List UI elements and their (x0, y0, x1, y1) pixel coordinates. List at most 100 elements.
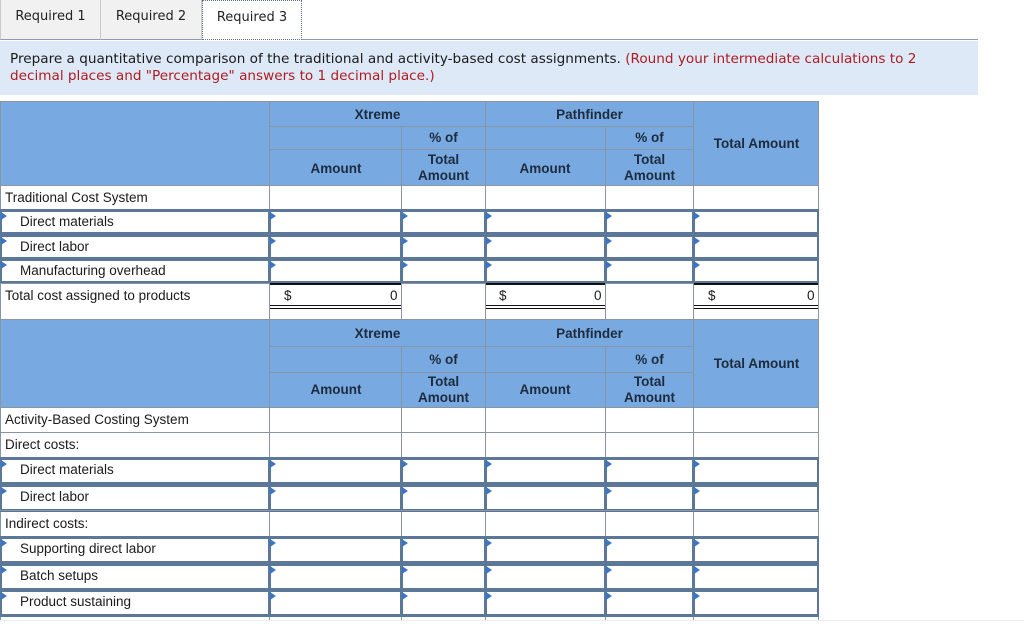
xtreme-amount-input[interactable] (269, 457, 402, 485)
row-label-cell[interactable]: Batch setups (0, 563, 270, 591)
row-label: Direct materials (20, 214, 114, 229)
pathfinder-amount-input[interactable] (485, 589, 606, 617)
xtreme-amount-input[interactable] (269, 589, 402, 617)
tab-divider (302, 39, 978, 40)
tab-bar: Required 1 Required 2 Required 3 (0, 0, 1024, 41)
sum-line (486, 283, 605, 285)
pathfinder-pct-input[interactable] (605, 457, 694, 485)
header-pathfinder-pct-2: Total (633, 152, 666, 167)
grand-total-currency: $ (708, 288, 716, 303)
tab-required-2[interactable]: Required 2 (101, 0, 202, 40)
header-pathfinder: Pathfinder (556, 326, 623, 341)
header-divider (0, 407, 819, 408)
header-xtreme-amount: Amount (310, 161, 362, 176)
row-label: Direct labor (20, 489, 90, 504)
double-underline (694, 305, 818, 309)
abc-section-label: Activity-Based Costing System (5, 412, 189, 427)
header-xtreme: Xtreme (354, 326, 401, 341)
row-label-cell[interactable]: Product sustaining (0, 589, 270, 617)
pathfinder-amount-input[interactable] (485, 536, 606, 564)
header-xtreme-pct-3: Amount (418, 390, 469, 405)
xtreme-amount-input[interactable] (269, 484, 402, 512)
xtreme-total-currency: $ (284, 288, 292, 303)
row-label: Batch setups (20, 568, 99, 583)
row-label-cell[interactable]: Manufacturing overhead (0, 258, 270, 284)
xtreme-pct-input[interactable] (401, 563, 486, 591)
row-label-cell[interactable]: Direct materials (0, 457, 270, 485)
instructions-panel: Prepare a quantitative comparison of the… (0, 41, 978, 95)
instructions-text: Prepare a quantitative comparison of the… (10, 51, 621, 67)
total-amount-input[interactable] (693, 589, 819, 617)
total-amount-input[interactable] (693, 536, 819, 564)
header-xtreme-pct-1: % of (429, 352, 458, 367)
row-label-cell[interactable]: Supporting direct labor (0, 536, 270, 564)
pathfinder-pct-input[interactable] (605, 209, 694, 235)
header-xtreme-pct-2: Total (427, 152, 460, 167)
header-pathfinder-pct-3: Amount (624, 168, 675, 183)
pathfinder-amount-input[interactable] (485, 563, 606, 591)
xtreme-pct-input[interactable] (401, 457, 486, 485)
row-label-cell[interactable]: Direct labor (0, 234, 270, 260)
page-divider (0, 620, 1024, 621)
header-pathfinder-amount: Amount (519, 161, 571, 176)
total-amount-input[interactable] (693, 457, 819, 485)
xtreme-pct-input[interactable] (401, 209, 486, 235)
header-pathfinder-pct-1: % of (635, 352, 664, 367)
double-underline (270, 305, 401, 309)
header-pathfinder-amount: Amount (519, 382, 571, 397)
header-divider (270, 126, 694, 127)
header-divider (270, 346, 694, 347)
header-xtreme-pct-3: Amount (418, 168, 469, 183)
pathfinder-pct-input[interactable] (605, 589, 694, 617)
pathfinder-total-currency: $ (499, 288, 507, 303)
direct-costs-label: Direct costs: (5, 437, 80, 452)
xtreme-amount-input[interactable] (269, 209, 402, 235)
total-amount-input[interactable] (693, 209, 819, 235)
header-divider (270, 372, 694, 373)
total-amount-input[interactable] (693, 258, 819, 284)
pathfinder-amount-input[interactable] (485, 484, 606, 512)
row-label-cell[interactable]: Direct materials (0, 209, 270, 235)
xtreme-pct-input[interactable] (401, 258, 486, 284)
total-amount-input[interactable] (693, 234, 819, 260)
header-xtreme: Xtreme (354, 107, 401, 122)
pathfinder-pct-input[interactable] (605, 234, 694, 260)
traditional-section-label: Traditional Cost System (5, 190, 148, 205)
header-total-amount: Total Amount (713, 136, 800, 151)
row-label: Product sustaining (20, 594, 132, 609)
pathfinder-pct-input[interactable] (605, 258, 694, 284)
xtreme-total-amount: 0 (390, 288, 398, 303)
pathfinder-amount-input[interactable] (485, 234, 606, 260)
table-border (0, 101, 819, 102)
sum-line (270, 283, 401, 285)
xtreme-pct-input[interactable] (401, 536, 486, 564)
row-divider (0, 510, 819, 511)
xtreme-amount-input[interactable] (269, 563, 402, 591)
row-divider (0, 432, 819, 433)
xtreme-amount-input[interactable] (269, 234, 402, 260)
tab-required-3[interactable]: Required 3 (202, 0, 302, 40)
total-amount-input[interactable] (693, 484, 819, 512)
xtreme-amount-input[interactable] (269, 536, 402, 564)
pathfinder-amount-input[interactable] (485, 457, 606, 485)
double-underline (486, 305, 605, 309)
pathfinder-pct-input[interactable] (605, 563, 694, 591)
xtreme-amount-input[interactable] (269, 258, 402, 284)
xtreme-pct-input[interactable] (401, 234, 486, 260)
grand-total-amount: 0 (807, 288, 815, 303)
xtreme-pct-input[interactable] (401, 589, 486, 617)
row-label: Manufacturing overhead (20, 263, 166, 278)
pathfinder-pct-input[interactable] (605, 536, 694, 564)
row-label-cell[interactable]: Direct labor (0, 484, 270, 512)
tab-required-1[interactable]: Required 1 (0, 0, 101, 40)
pathfinder-amount-input[interactable] (485, 209, 606, 235)
total-row-label: Total cost assigned to products (5, 288, 191, 303)
header-divider (270, 149, 694, 150)
pathfinder-amount-input[interactable] (485, 258, 606, 284)
total-amount-input[interactable] (693, 563, 819, 591)
row-label: Direct materials (20, 462, 114, 477)
header-pathfinder-pct-3: Amount (624, 390, 675, 405)
pathfinder-pct-input[interactable] (605, 484, 694, 512)
xtreme-pct-input[interactable] (401, 484, 486, 512)
header-xtreme-pct-1: % of (429, 130, 458, 145)
